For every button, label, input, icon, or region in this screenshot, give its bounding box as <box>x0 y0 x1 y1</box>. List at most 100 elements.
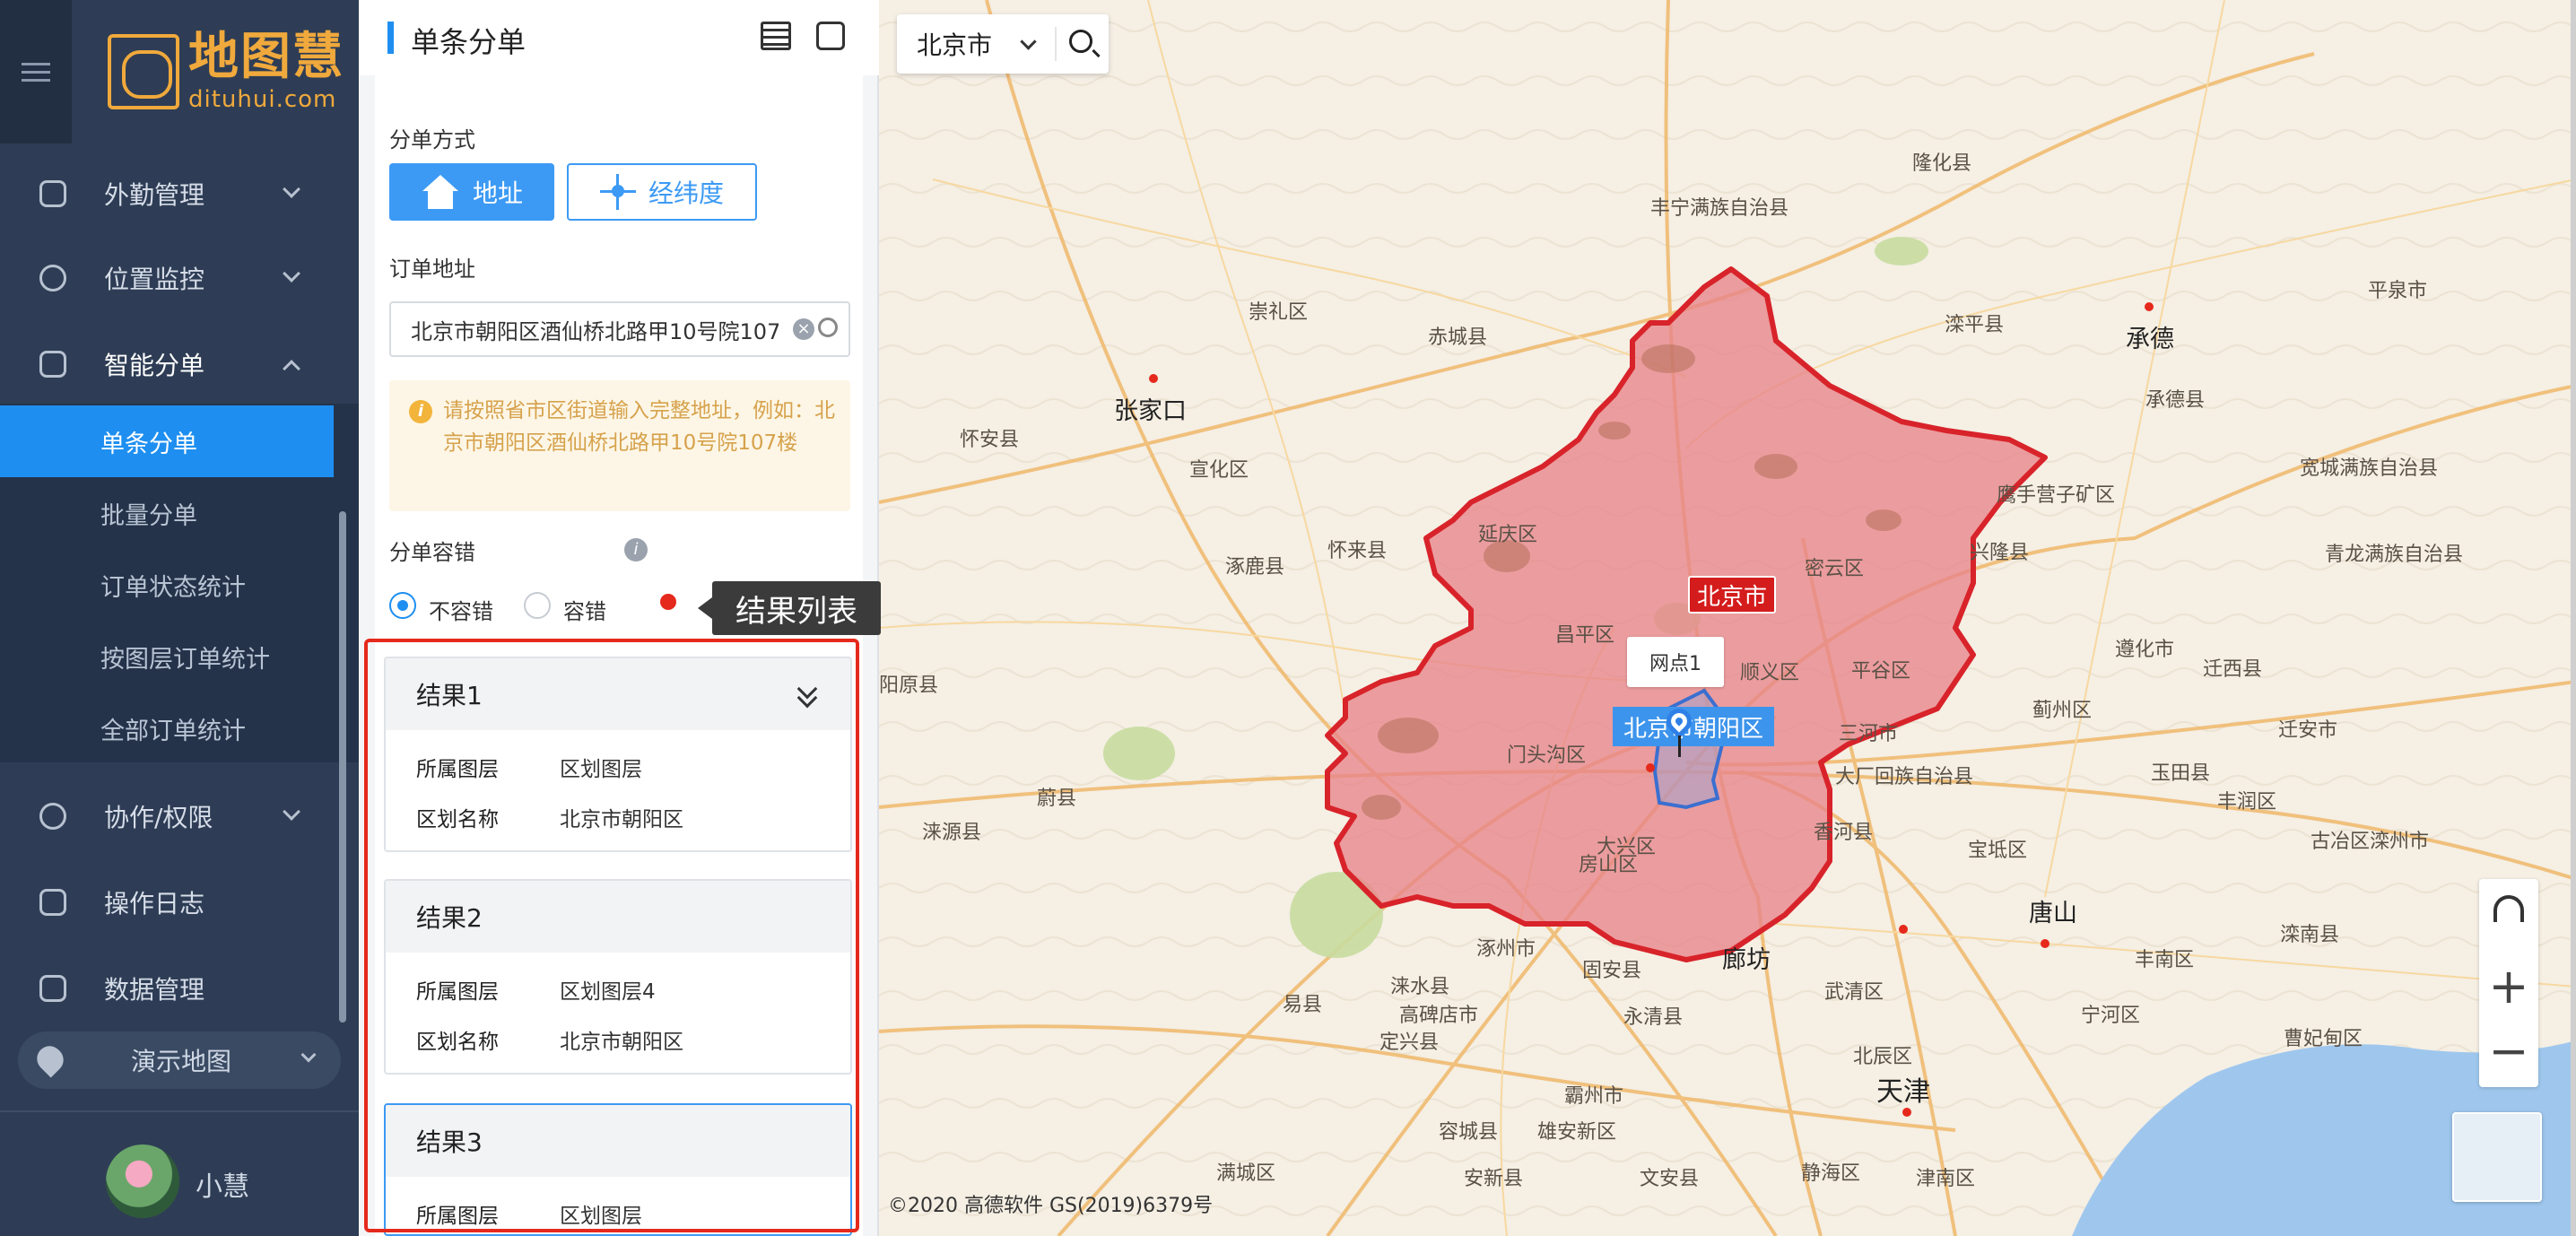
user-bar: 小慧 <box>0 1110 359 1236</box>
map-label: 静海区 <box>1801 1162 1861 1185</box>
export-icon[interactable] <box>816 22 845 50</box>
map-label: 鹰手营子矿区 <box>1997 484 2116 507</box>
sidebar-item-field-management[interactable]: 外勤管理 <box>0 158 359 230</box>
map-label: 昌平区 <box>1555 624 1615 647</box>
support-button[interactable] <box>2479 879 2538 938</box>
map-label: 固安县 <box>1582 960 1642 982</box>
result-list-highlight <box>364 639 859 1232</box>
map-label: 滦平县 <box>1945 314 2005 336</box>
latlng-mode-button[interactable]: 经纬度 <box>567 163 757 221</box>
database-icon <box>39 975 66 1002</box>
map-label-city: 承德 <box>2126 326 2174 353</box>
map-pin-icon <box>31 1040 69 1078</box>
headset-icon <box>2493 895 2524 922</box>
map-label: 涿鹿县 <box>1225 556 1285 579</box>
map-label: 永清县 <box>1623 1006 1684 1029</box>
outlet-label[interactable]: 网点1 <box>1627 637 1724 687</box>
map-label: 宣化区 <box>1189 459 1249 482</box>
map-label: 丰南区 <box>2135 949 2195 971</box>
home-icon <box>421 175 460 209</box>
map-label: 蔚县 <box>1037 788 1077 810</box>
pin-stem <box>1678 736 1681 757</box>
map-label: 香河县 <box>1814 822 1874 844</box>
avatar[interactable] <box>106 1145 179 1218</box>
username[interactable]: 小慧 <box>196 1164 249 1204</box>
basemap-switch[interactable] <box>2452 1112 2542 1202</box>
question-icon[interactable]: i <box>624 538 648 561</box>
map-label: 兴隆县 <box>1970 542 2030 564</box>
map-label: 隆化县 <box>1912 152 1972 175</box>
logo: 地图慧 dituhui.com <box>108 27 344 117</box>
map-label: 丰宁满族自治县 <box>1650 197 1789 220</box>
map-label: 迁安市 <box>2278 719 2338 742</box>
order-address-label: 订单地址 <box>389 257 475 282</box>
sidebar-scrollbar[interactable] <box>339 511 346 1023</box>
map-copyright: ©2020 高德软件 GS(2019)6379号 <box>888 1195 1214 1217</box>
map-label: 滦南县 <box>2280 924 2340 946</box>
city-select[interactable]: 北京市 <box>897 14 1109 74</box>
sidebar-subitem-label: 批量分单 <box>100 501 197 530</box>
sidebar-item-data-management[interactable]: 数据管理 <box>0 953 359 1024</box>
menu-collapse-icon <box>22 57 50 87</box>
location-icon <box>39 265 66 292</box>
address-mode-button[interactable]: 地址 <box>389 163 554 221</box>
map-view[interactable]: 隆化县 丰宁满族自治县 崇礼区 赤城县 滦平县 承德 平泉市 张家口 承德县 怀… <box>879 0 2576 1236</box>
map-label: 文安县 <box>1640 1168 1700 1190</box>
map-label: 霸州市 <box>1564 1085 1624 1108</box>
zoom-out-button[interactable]: − <box>2479 1024 2538 1084</box>
map-label: 丰润区 <box>2217 791 2277 814</box>
map-label: 房山区 <box>1579 854 1639 876</box>
map-label: 宁河区 <box>2081 1005 2141 1027</box>
chevron-down-icon <box>283 180 300 198</box>
no-tolerance-radio[interactable] <box>389 592 416 619</box>
users-icon <box>39 803 66 830</box>
address-tip-text: 请按照省市区街道输入完整地址，例如：北京市朝阳区酒仙桥北路甲10号院107楼 <box>443 399 835 455</box>
map-label: 平泉市 <box>2368 280 2428 302</box>
map-label: 易县 <box>1283 994 1323 1016</box>
sidebar: 地图慧 dituhui.com 外勤管理 位置监控 智能分单 单条分单 批量分单 <box>0 0 359 1236</box>
city-select-value: 北京市 <box>917 30 993 60</box>
sidebar-item-smart-dispatch[interactable]: 智能分单 <box>0 328 359 400</box>
beijing-region-tag[interactable]: 北京市 <box>1688 576 1776 614</box>
order-address-input[interactable]: 北京市朝阳区酒仙桥北路甲10号院107楼 × <box>389 301 850 357</box>
tolerance-radio[interactable] <box>524 592 551 619</box>
demo-map-label: 演示地图 <box>131 1047 232 1076</box>
tolerance-label: 分单容错 <box>389 540 475 565</box>
search-icon[interactable] <box>818 318 838 337</box>
sidebar-item-label: 协作/权限 <box>104 803 213 832</box>
map-label: 满城区 <box>1216 1162 1276 1185</box>
sidebar-item-label: 操作日志 <box>104 889 205 918</box>
sidebar-subitem-all-stats[interactable]: 全部订单统计 <box>0 692 359 764</box>
satellite-icon <box>39 180 66 207</box>
map-label: 三河市 <box>1839 723 1899 745</box>
sidebar-item-label: 数据管理 <box>104 975 205 1005</box>
map-edge <box>2571 0 2576 1236</box>
map-label: 赤城县 <box>1428 326 1488 349</box>
sidebar-item-label: 智能分单 <box>104 351 205 380</box>
map-label: 门头沟区 <box>1507 744 1587 767</box>
district-tag[interactable]: 北京市朝阳区 <box>1613 707 1774 746</box>
order-address-value: 北京市朝阳区酒仙桥北路甲10号院107楼 <box>411 318 779 344</box>
sidebar-subitem-layer-stats[interactable]: 按图层订单统计 <box>0 621 359 692</box>
sidebar-item-collaboration[interactable]: 协作/权限 <box>0 780 359 852</box>
divider <box>1055 27 1057 61</box>
sidebar-item-operation-log[interactable]: 操作日志 <box>0 866 359 938</box>
sidebar-item-location-monitor[interactable]: 位置监控 <box>0 242 359 314</box>
list-icon[interactable] <box>761 22 791 50</box>
sidebar-subitem-single-dispatch[interactable]: 单条分单 <box>0 405 334 477</box>
map-label: 古冶区 <box>2311 831 2371 853</box>
map-label: 武清区 <box>1824 981 1884 1004</box>
page-title: 单条分单 <box>411 25 527 59</box>
demo-map-select[interactable]: 演示地图 <box>18 1031 341 1089</box>
search-icon[interactable] <box>1069 30 1092 53</box>
map-label-city: 张家口 <box>1114 397 1187 425</box>
zoom-in-button[interactable]: + <box>2479 960 2538 1019</box>
title-accent <box>387 22 394 54</box>
sidebar-subitem-order-status[interactable]: 订单状态统计 <box>0 549 359 621</box>
collapse-menu-button[interactable] <box>0 0 72 144</box>
map-label: 涿州市 <box>1476 938 1536 961</box>
map-label: 津南区 <box>1916 1168 1976 1190</box>
no-tolerance-label: 不容错 <box>429 599 493 624</box>
sidebar-subitem-batch-dispatch[interactable]: 批量分单 <box>0 477 359 549</box>
clear-icon[interactable]: × <box>793 318 814 340</box>
